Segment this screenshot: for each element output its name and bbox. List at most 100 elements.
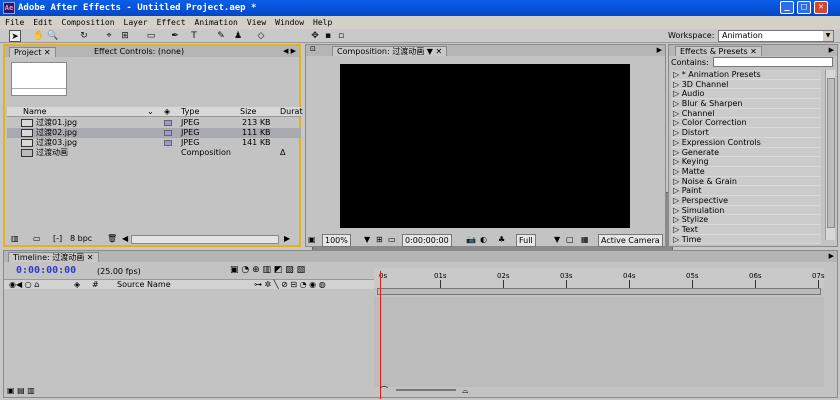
maximize-button[interactable]: □ [797, 1, 811, 14]
selection-tool-icon[interactable]: ➤ [9, 30, 21, 42]
chevron-down-icon[interactable]: ▼ [554, 234, 560, 245]
effects-vertical-scrollbar[interactable] [825, 70, 835, 240]
hand-tool-icon[interactable]: ✋ [33, 30, 45, 42]
current-time[interactable]: 0:00:00:00 [402, 234, 452, 247]
interpret-footage-icon[interactable]: ▥ [11, 233, 19, 244]
menu-layer[interactable]: Layer [124, 16, 148, 29]
composition-viewer[interactable] [340, 64, 630, 228]
toggle-switches-icon[interactable]: ▣ ▤ ▥ [7, 385, 35, 396]
sort-chevron-icon[interactable]: ⌄ [147, 107, 154, 117]
menu-help[interactable]: Help [313, 16, 332, 29]
layer-list[interactable] [4, 290, 374, 387]
menu-window[interactable]: Window [275, 16, 304, 29]
list-item[interactable]: ▷ * Animation Presets [671, 70, 821, 80]
list-item[interactable]: 过渡01.jpg JPEG 213 KB [7, 118, 301, 128]
column-source-name[interactable]: Source Name [117, 280, 171, 290]
tab-effects-presets[interactable]: Effects & Presets ✕ [675, 46, 762, 56]
brush-tool-icon[interactable]: ✎ [215, 30, 227, 42]
camera-tool-icon[interactable]: ⌖ [103, 30, 115, 42]
list-item[interactable]: ▷ Distort [671, 128, 821, 138]
chevron-down-icon[interactable]: ▼ [364, 234, 370, 245]
panel-menu-icon[interactable]: ◀ ▶ [283, 47, 296, 55]
magnification-select[interactable]: 100% [322, 234, 351, 247]
text-tool-icon[interactable]: T [188, 30, 200, 42]
zoom-slider[interactable] [396, 389, 456, 391]
grid-icon[interactable]: ⊞ [376, 234, 383, 245]
lock-icon[interactable]: ⊡ [310, 45, 316, 53]
menu-file[interactable]: File [5, 16, 24, 29]
pen-tool-icon[interactable]: ✒ [169, 30, 181, 42]
scroll-left-icon[interactable]: ◀ [122, 233, 128, 244]
new-composition-icon[interactable]: [-] [53, 233, 62, 244]
list-item[interactable]: ▷ Generate [671, 147, 821, 158]
eraser-tool-icon[interactable]: ◇ [255, 30, 267, 42]
new-folder-icon[interactable]: ▭ [33, 233, 41, 244]
camera-select[interactable]: Active Camera [598, 234, 663, 247]
column-name[interactable]: Name [23, 107, 47, 117]
current-time-indicator[interactable] [380, 271, 381, 399]
resolution-select[interactable]: Full [516, 234, 536, 247]
panel-menu-icon[interactable]: ▶ [829, 252, 834, 260]
rotation-tool-icon[interactable]: ↻ [78, 30, 90, 42]
tab-composition[interactable]: Composition: 过渡动画 ▼ ✕ [332, 46, 448, 56]
list-item[interactable]: ▷ Expression Controls [671, 137, 821, 148]
list-item[interactable]: ▷ Channel [671, 108, 821, 119]
list-item[interactable]: ▷ Matte [671, 166, 821, 177]
list-item[interactable]: ▷ Paint [671, 186, 821, 196]
list-item[interactable]: 过渡动画 Composition Δ [7, 148, 673, 395]
timeline-track-area[interactable] [374, 297, 824, 387]
tab-project[interactable]: Project ✕ [9, 47, 56, 57]
column-type[interactable]: Type [181, 107, 199, 117]
axis-mode-view-icon[interactable]: ▫ [335, 30, 347, 42]
clone-stamp-tool-icon[interactable]: ♟ [232, 30, 244, 42]
av-features-icon[interactable]: ◉◀ ○ ⌂ [9, 280, 39, 290]
mask-tool-icon[interactable]: ▭ [145, 30, 157, 42]
snapshot-icon[interactable]: 📷 [466, 234, 476, 245]
contains-search-input[interactable] [713, 57, 833, 67]
minimize-button[interactable]: _ [780, 1, 794, 14]
zoom-tool-icon[interactable]: 🔍 [47, 30, 59, 42]
axis-mode-local-icon[interactable]: ✥ [309, 30, 321, 42]
column-size[interactable]: Size [240, 107, 256, 117]
list-item[interactable]: ▷ Noise & Grain [671, 176, 821, 187]
menu-composition[interactable]: Composition [62, 16, 115, 29]
panel-menu-icon[interactable]: ▶ [657, 46, 662, 54]
menu-view[interactable]: View [247, 16, 266, 29]
pan-behind-tool-icon[interactable]: ⊞ [119, 30, 131, 42]
color-channel-icon[interactable]: ♣ [498, 234, 505, 245]
list-item[interactable]: ▷ Keying [671, 157, 821, 167]
tab-timeline[interactable]: Timeline: 过渡动画 ✕ [8, 252, 99, 262]
list-item[interactable]: ▷ Text [671, 225, 821, 235]
menu-effect[interactable]: Effect [157, 16, 186, 29]
column-duration[interactable]: Durat [280, 107, 303, 117]
list-item[interactable]: 过渡03.jpg JPEG 141 KB [7, 138, 301, 148]
time-ruler[interactable]: 0s 01s 02s 03s 04s 05s 06s 07s [374, 268, 825, 288]
zoom-out-icon[interactable]: ⌒ [380, 385, 388, 396]
safe-zones-icon[interactable]: ▣ [308, 234, 316, 245]
workspace-select[interactable]: Animation ▼ [718, 30, 834, 42]
list-item[interactable]: ▷ Blur & Sharpen [671, 99, 821, 109]
tab-effect-controls[interactable]: Effect Controls: (none) [90, 47, 188, 57]
project-bpc[interactable]: 8 bpc [70, 233, 92, 244]
list-item[interactable]: ▷ Simulation [671, 205, 821, 216]
region-of-interest-icon[interactable]: ▢ [566, 234, 574, 245]
transparency-grid-icon[interactable]: ▦ [581, 234, 589, 245]
list-item[interactable]: ▷ Perspective [671, 195, 821, 206]
project-horizontal-scrollbar[interactable] [131, 235, 279, 244]
list-item[interactable]: ▷ Stylize [671, 215, 821, 225]
mask-view-icon[interactable]: ▭ [388, 234, 396, 245]
scroll-right-icon[interactable]: ▶ [284, 233, 290, 244]
trash-icon[interactable]: 🗑 [107, 233, 117, 244]
close-button[interactable]: ✕ [814, 1, 828, 14]
work-area-bar[interactable] [377, 288, 821, 295]
list-item[interactable]: ▷ 3D Channel [671, 79, 821, 90]
zoom-in-icon[interactable]: ⌓ [462, 385, 468, 396]
panel-menu-icon[interactable]: ▶ [829, 46, 834, 54]
scroll-thumb[interactable] [827, 78, 835, 228]
show-channel-icon[interactable]: ◐ [480, 234, 487, 245]
axis-mode-world-icon[interactable]: ▪ [322, 30, 334, 42]
list-item[interactable]: 过渡02.jpg JPEG 111 KB [7, 128, 301, 138]
list-item[interactable]: ▷ Audio [671, 89, 821, 100]
timeline-current-time[interactable]: 0:00:00:00 [16, 265, 76, 276]
menu-animation[interactable]: Animation [195, 16, 238, 29]
